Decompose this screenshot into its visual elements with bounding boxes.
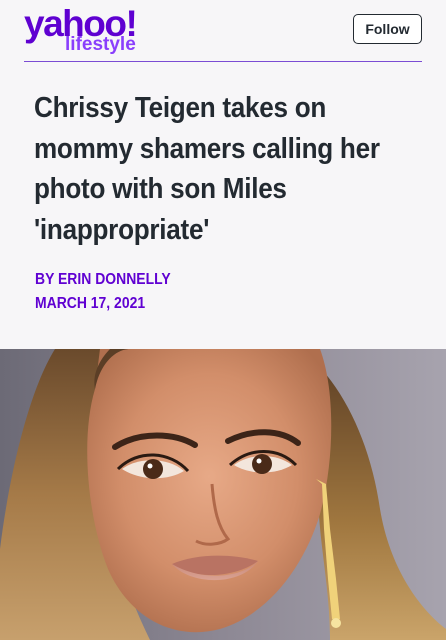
app-header: yahoo! lifestyle Follow [0, 0, 446, 62]
follow-button[interactable]: Follow [353, 14, 422, 44]
header-divider [24, 61, 422, 62]
logo-section-text: lifestyle [65, 34, 136, 55]
article-byline[interactable]: BY ERIN DONNELLY [35, 270, 171, 290]
portrait-photo-icon [0, 349, 446, 640]
article-date: MARCH 17, 2021 [35, 295, 146, 312]
hero-image[interactable] [0, 349, 446, 640]
article-headline: Chrissy Teigen takes on mommy shamers ca… [34, 92, 380, 246]
yahoo-lifestyle-logo[interactable]: yahoo! lifestyle [24, 4, 148, 56]
